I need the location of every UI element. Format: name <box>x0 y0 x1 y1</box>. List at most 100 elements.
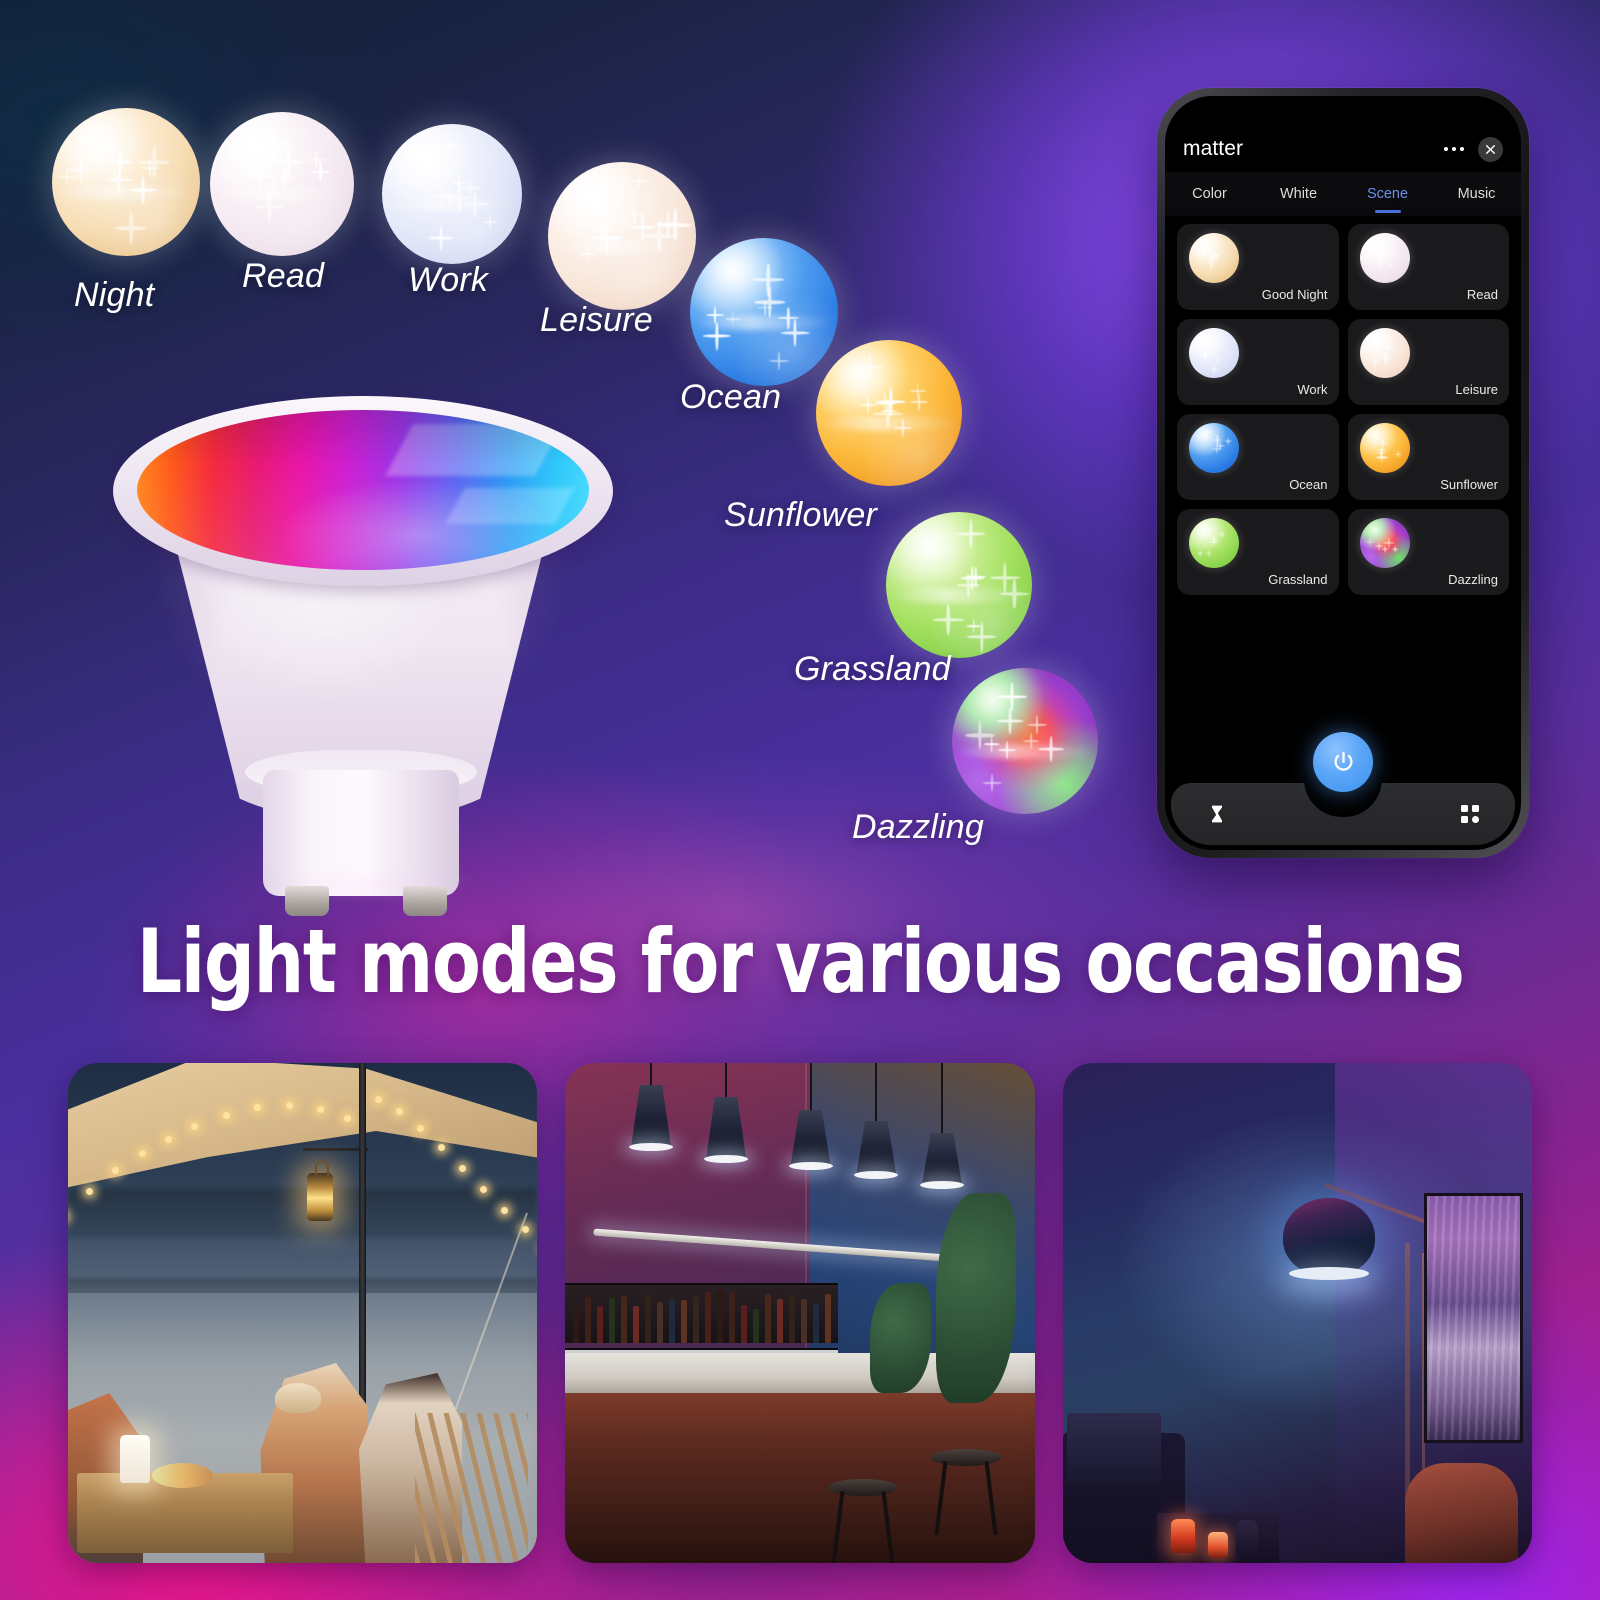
timer-hourglass-icon[interactable] <box>1207 803 1227 825</box>
bar-bottle <box>645 1295 651 1343</box>
bar-bottle <box>657 1302 663 1343</box>
string-light-bulb <box>317 1106 324 1113</box>
scene-orb-label-sunflower: Sunflower <box>724 496 877 535</box>
sparkle <box>754 286 786 318</box>
bedroom-headboard <box>1067 1413 1161 1483</box>
tab-white[interactable]: White <box>1254 172 1343 216</box>
scene-card-good-night[interactable]: Good Night <box>1177 224 1339 310</box>
app-header-actions <box>1444 137 1504 162</box>
scene-orb-grassland <box>886 512 1032 658</box>
sparkle <box>654 211 681 238</box>
photo-bedroom-scene <box>1063 1063 1532 1563</box>
sparkle <box>460 178 481 199</box>
bar-bottle <box>585 1297 591 1343</box>
sparkle <box>445 183 474 212</box>
sparkle <box>703 322 731 350</box>
sparkle <box>591 222 624 255</box>
scene-orb-label-night: Night <box>74 276 154 315</box>
sparkle <box>483 215 498 230</box>
sparkle <box>106 166 134 194</box>
sparkle <box>624 204 645 225</box>
bar-plant-tall <box>936 1193 1016 1403</box>
string-light-bulb <box>438 1144 445 1151</box>
more-dots-icon[interactable] <box>1444 147 1465 152</box>
sparkle <box>58 168 77 187</box>
scene-thumb-sunflower <box>1360 423 1410 473</box>
sparkle <box>307 151 326 170</box>
camp-string-lights <box>68 1083 537 1293</box>
bedroom-candle-b <box>1208 1532 1228 1558</box>
scene-card-dazzling[interactable]: Dazzling <box>1348 509 1510 595</box>
bedroom-vase <box>1236 1520 1258 1558</box>
scene-orb-label-leisure: Leisure <box>540 301 653 340</box>
scene-orb-ocean <box>690 238 838 386</box>
bar-wall-left <box>565 1063 809 1393</box>
photo-camping-scene <box>68 1063 537 1563</box>
sparkle <box>462 191 489 218</box>
scene-grid[interactable]: Good Night Read Work Leisure Ocean Sunflower G… <box>1177 224 1509 595</box>
sparkle <box>996 708 1023 735</box>
sparkle <box>440 185 459 204</box>
string-light-bulb <box>112 1167 119 1174</box>
sparkle <box>894 418 913 437</box>
phone-bottom-nav[interactable] <box>1171 783 1515 845</box>
scene-orb-work <box>382 124 522 264</box>
sparkle <box>138 146 170 178</box>
string-light-bulb <box>396 1108 403 1115</box>
string-light-bulb <box>223 1112 230 1119</box>
sparkle <box>966 721 995 750</box>
bar-pendant-lamp <box>791 1063 831 1323</box>
scene-card-label: Good Night <box>1262 287 1328 302</box>
scene-card-ocean[interactable]: Ocean <box>1177 414 1339 500</box>
bar-bottle <box>681 1300 687 1343</box>
tab-music[interactable]: Music <box>1432 172 1521 216</box>
sparkle <box>874 392 896 414</box>
bar-bottle <box>621 1296 627 1343</box>
scene-card-grassland[interactable]: Grassland <box>1177 509 1339 595</box>
sparkle <box>909 382 926 399</box>
headline-text: Light modes for various occasions <box>137 910 1464 1013</box>
sparkle <box>449 174 468 193</box>
sparkle <box>630 214 656 240</box>
apps-grid-icon[interactable] <box>1461 805 1479 823</box>
string-light-bulb <box>254 1104 261 1111</box>
scene-card-label: Leisure <box>1455 382 1498 397</box>
scene-card-leisure[interactable]: Leisure <box>1348 319 1510 405</box>
gu10-bulb-product-image <box>95 378 625 878</box>
bedroom-armchair <box>1405 1463 1518 1563</box>
sparkle <box>983 736 1000 753</box>
scene-card-sunflower[interactable]: Sunflower <box>1348 414 1510 500</box>
sparkle <box>910 393 928 411</box>
sparkle <box>632 174 647 189</box>
sparkle <box>659 209 691 241</box>
bar-bottle <box>753 1309 759 1343</box>
string-light-bulb <box>165 1136 172 1143</box>
power-icon[interactable] <box>1313 732 1373 792</box>
scene-thumb-grassland <box>1189 518 1239 568</box>
photo-bar-scene <box>565 1063 1034 1563</box>
application-photo-row <box>0 1063 1600 1563</box>
bar-plant-small <box>870 1283 931 1393</box>
tab-color[interactable]: Color <box>1165 172 1254 216</box>
tab-label: Scene <box>1367 186 1408 202</box>
sparkle <box>591 219 614 242</box>
bulb-face-overlay <box>137 410 589 570</box>
sparkle <box>1023 733 1039 749</box>
phone-screen: matter Color White Scene Music Good Night Re… <box>1165 96 1521 850</box>
sparkle <box>998 741 1016 759</box>
scene-card-label: Work <box>1297 382 1327 397</box>
sparkle <box>257 127 290 160</box>
app-tab-bar[interactable]: Color White Scene Music <box>1165 172 1521 216</box>
scene-thumb-read <box>1360 233 1410 283</box>
floor-lamp-shade <box>1283 1198 1375 1276</box>
scene-card-work[interactable]: Work <box>1177 319 1339 405</box>
sparkle <box>957 574 979 596</box>
string-light-bulb <box>501 1207 508 1214</box>
sparkle <box>933 604 965 636</box>
scene-card-read[interactable]: Read <box>1348 224 1510 310</box>
bulb-rgb-face <box>137 410 589 570</box>
close-icon[interactable] <box>1478 137 1503 162</box>
page-headline: Light modes for various occasions <box>0 906 1600 1016</box>
bar-bottle <box>741 1305 747 1343</box>
tab-scene[interactable]: Scene <box>1343 172 1432 216</box>
